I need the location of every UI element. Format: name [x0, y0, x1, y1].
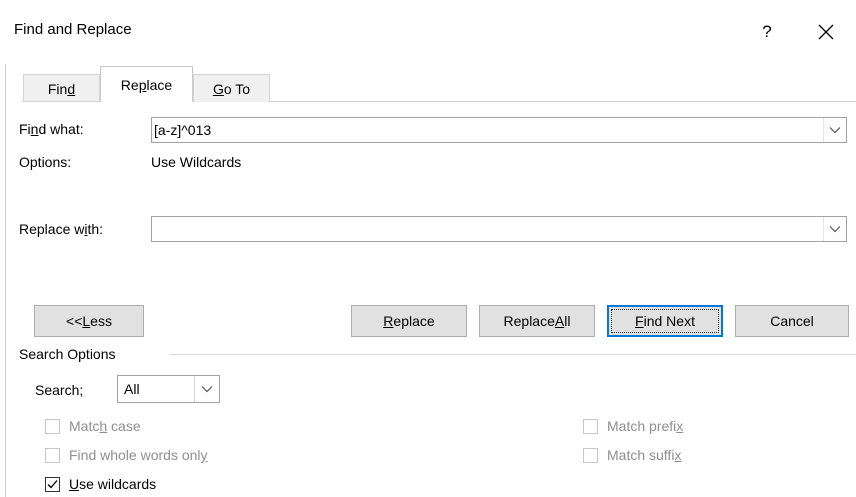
checkbox-box: [583, 447, 598, 463]
tab-strip-rule: [270, 101, 856, 102]
replace-with-dropdown-button[interactable]: [823, 217, 846, 241]
tab-find[interactable]: Fin d: [23, 74, 100, 102]
tab-goto-label: o To: [223, 80, 251, 97]
find-replace-dialog: Find and Replace ? Fin d Re p lace Go To Fi…: [0, 0, 856, 497]
close-x-icon: [818, 24, 834, 40]
search-direction-value: All: [124, 381, 140, 397]
find-what-dropdown-button[interactable]: [823, 118, 846, 142]
tab-replace-label-end: lace: [146, 76, 173, 93]
find-whole-words-label: Find whole words only: [69, 447, 208, 463]
tab-replace[interactable]: Re p lace: [100, 66, 193, 102]
replace-with-label: Replace with:: [19, 221, 104, 237]
match-prefix-label: Match prefix: [607, 418, 684, 434]
close-button[interactable]: [808, 14, 844, 50]
find-what-label: Find what:: [19, 121, 84, 137]
window-title: Find and Replace: [14, 21, 132, 38]
match-case-label: Match case: [69, 418, 141, 434]
tab-replace-label: Re: [120, 76, 139, 93]
dialog-left-border: [5, 64, 6, 497]
checkbox-box: [45, 447, 60, 463]
match-case-checkbox[interactable]: Match case: [45, 418, 141, 434]
search-direction-label: Search;: [35, 382, 84, 398]
cancel-button[interactable]: Cancel: [735, 305, 849, 337]
replace-with-input[interactable]: [154, 219, 814, 239]
checkbox-box: [583, 418, 598, 434]
question-mark-icon: ?: [762, 22, 772, 41]
search-direction-dropdown-button[interactable]: [194, 376, 219, 402]
match-suffix-label: Match suffix: [607, 447, 682, 463]
find-whole-words-checkbox[interactable]: Find whole words only: [45, 447, 208, 463]
options-value: Use Wildcards: [151, 154, 242, 170]
search-options-rule: [170, 354, 856, 355]
tab-strip-rule-left: [22, 101, 100, 102]
find-what-combo[interactable]: [151, 117, 847, 143]
use-wildcards-label: Use wildcards: [69, 476, 157, 492]
match-prefix-checkbox[interactable]: Match prefix: [583, 418, 683, 434]
replace-all-button[interactable]: Replace All: [479, 305, 595, 337]
search-direction-select[interactable]: All: [117, 375, 220, 403]
replace-with-combo[interactable]: [151, 216, 847, 242]
tab-replace-mnemonic: p: [138, 76, 147, 93]
search-options-heading: Search Options: [19, 346, 116, 362]
tab-goto[interactable]: Go To: [193, 74, 270, 102]
find-next-button[interactable]: Find Next: [607, 305, 723, 337]
checkbox-box: [45, 418, 60, 434]
chevron-down-icon: [829, 226, 841, 233]
tab-goto-mnemonic: G: [212, 80, 224, 97]
replace-button[interactable]: Replace: [351, 305, 467, 337]
title-bar: Find and Replace ?: [0, 0, 856, 64]
checkbox-box: [45, 476, 60, 492]
help-button[interactable]: ?: [752, 14, 782, 50]
options-label: Options:: [19, 154, 72, 170]
tab-find-label: Fin: [47, 80, 68, 97]
match-suffix-checkbox[interactable]: Match suffix: [583, 447, 681, 463]
less-button[interactable]: << Less: [34, 305, 144, 337]
chevron-down-icon: [829, 127, 841, 134]
tab-find-mnemonic: d: [67, 80, 76, 97]
checkmark-icon: [47, 479, 58, 488]
use-wildcards-checkbox[interactable]: Use wildcards: [45, 476, 156, 492]
find-what-input[interactable]: [154, 120, 814, 140]
chevron-down-icon: [201, 386, 213, 393]
